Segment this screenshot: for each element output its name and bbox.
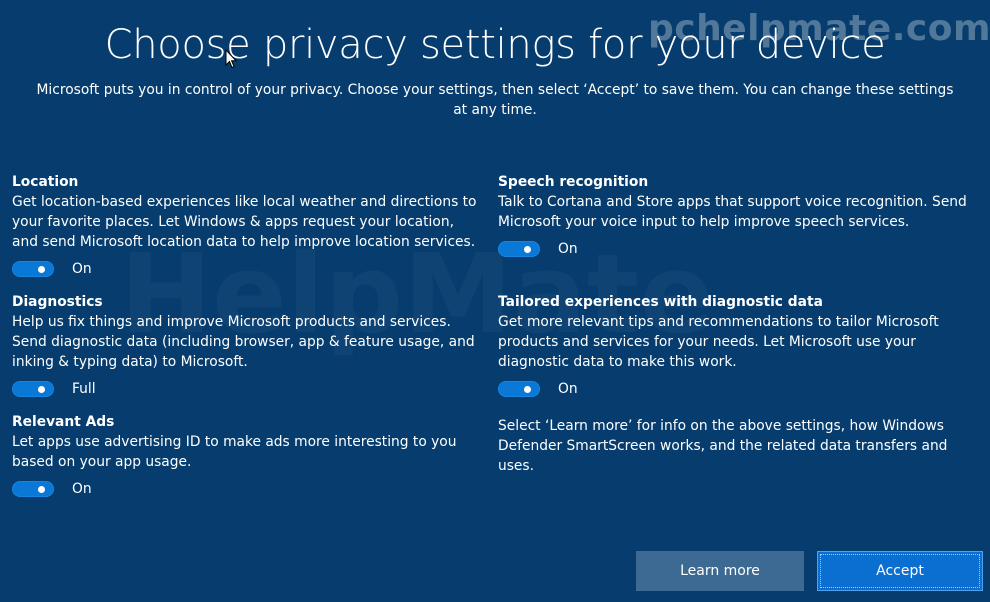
relevant-ads-toggle[interactable] (12, 481, 54, 497)
diagnostics-toggle-state: Full (72, 381, 96, 397)
mouse-pointer-icon (225, 49, 237, 69)
speech-toggle-row: On (498, 240, 968, 258)
toggle-knob (38, 486, 45, 493)
setting-location-description: Get location-based experiences like loca… (12, 194, 477, 250)
learn-more-button[interactable]: Learn more (636, 551, 804, 591)
diagnostics-toggle[interactable] (12, 381, 54, 397)
setting-speech-title: Speech recognition (498, 174, 649, 190)
diagnostics-toggle-row: Full (12, 380, 482, 398)
setting-relevant-ads-description: Let apps use advertising ID to make ads … (12, 434, 457, 470)
toggle-knob (38, 386, 45, 393)
speech-toggle[interactable] (498, 241, 540, 257)
setting-location: Location Get location-based experiences … (12, 172, 482, 278)
relevant-ads-toggle-row: On (12, 480, 482, 498)
location-toggle-state: On (72, 261, 92, 277)
setting-tailored-description: Get more relevant tips and recommendatio… (498, 314, 939, 370)
learn-more-info: Select ‘Learn more’ for info on the abov… (498, 418, 948, 474)
setting-location-title: Location (12, 174, 79, 190)
setting-speech-description: Talk to Cortana and Store apps that supp… (498, 194, 967, 230)
setting-tailored-title: Tailored experiences with diagnostic dat… (498, 294, 823, 310)
tailored-toggle-row: On (498, 380, 973, 398)
setting-diagnostics-description: Help us fix things and improve Microsoft… (12, 314, 475, 370)
setting-diagnostics-title: Diagnostics (12, 294, 103, 310)
location-toggle-row: On (12, 260, 482, 278)
speech-toggle-state: On (558, 241, 578, 257)
location-toggle[interactable] (12, 261, 54, 277)
toggle-knob (524, 386, 531, 393)
tailored-toggle-state: On (558, 381, 578, 397)
setting-diagnostics: Diagnostics Help us fix things and impro… (12, 292, 482, 398)
setting-speech-recognition: Speech recognition Talk to Cortana and S… (498, 172, 968, 258)
tailored-toggle[interactable] (498, 381, 540, 397)
accept-button[interactable]: Accept (817, 551, 983, 591)
page-subtitle: Microsoft puts you in control of your pr… (36, 82, 954, 118)
page-title: Choose privacy settings for your device (104, 22, 886, 68)
toggle-knob (524, 246, 531, 253)
relevant-ads-toggle-state: On (72, 481, 92, 497)
setting-relevant-ads: Relevant Ads Let apps use advertising ID… (12, 412, 482, 498)
toggle-knob (38, 266, 45, 273)
setting-tailored-experiences: Tailored experiences with diagnostic dat… (498, 292, 973, 398)
setting-relevant-ads-title: Relevant Ads (12, 414, 115, 430)
